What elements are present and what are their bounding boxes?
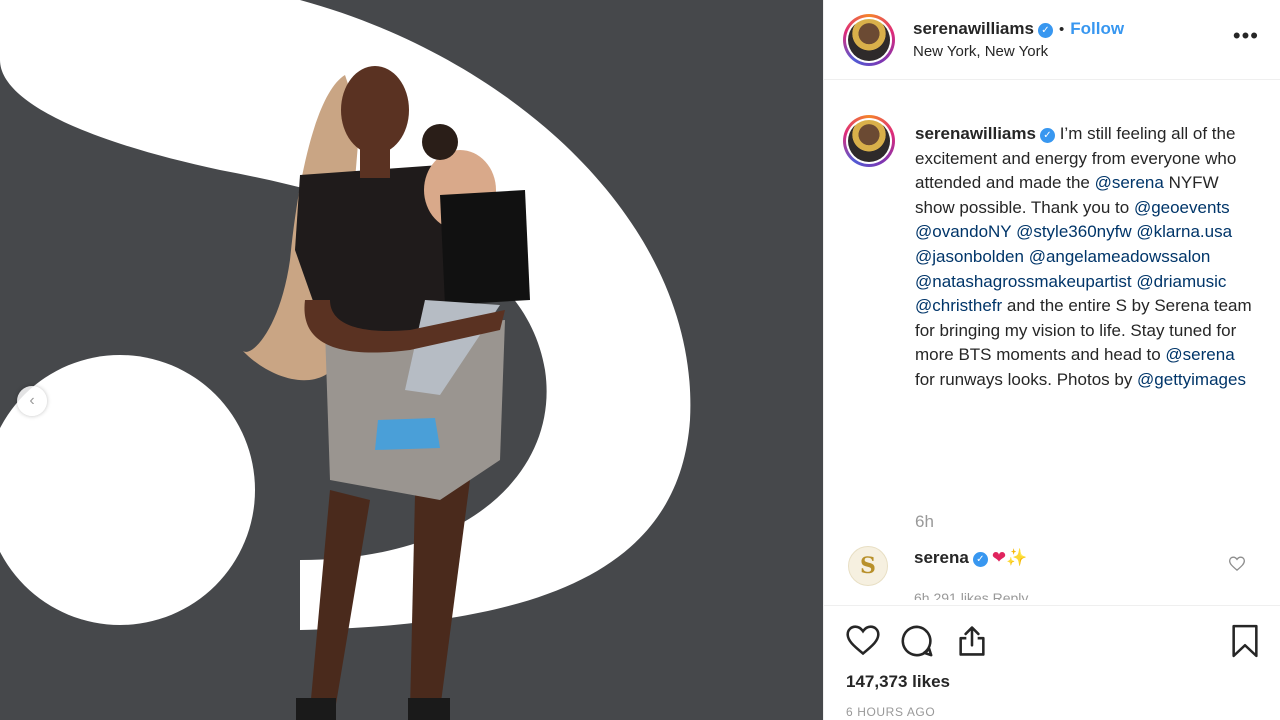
heart-outline-icon [1228,556,1246,572]
verified-badge-icon: ✓ [1037,23,1053,38]
mention-link[interactable]: @serena [1165,345,1234,364]
avatar[interactable] [843,14,895,66]
location-link[interactable]: New York, New York [913,43,1048,60]
caption-timestamp[interactable]: 6h [915,512,934,532]
comment-text: ❤✨ [992,548,1027,567]
avatar-image [848,19,890,61]
likes-count[interactable]: 147,373 likes [846,672,950,692]
chevron-left-icon: ‹ [29,392,35,409]
woman-face [341,66,409,154]
comment-button[interactable] [900,624,934,663]
mention-link[interactable]: @angelameadowssalon [1029,247,1211,266]
mention-link[interactable]: @natashagrossmakeupartist [915,272,1132,291]
caption-username-link[interactable]: serenawilliams [915,124,1036,143]
bookmark-icon [1232,624,1258,658]
runway-scene [0,0,691,720]
caption-body: I’m still feeling all of the excitement … [915,124,1252,389]
header-user-line: serenawilliams ✓ • Follow [913,19,1124,39]
comment-icon [901,625,933,657]
post-timestamp[interactable]: 6 HOURS AGO [846,705,935,719]
mention-link[interactable]: @serena [1095,173,1164,192]
verified-badge-icon: ✓ [972,552,988,567]
action-bar: 147,373 likes 6 HOURS AGO [824,605,1280,720]
share-icon [959,626,985,656]
comment-line: serena ✓ ❤✨ [914,548,1027,568]
comment-like-button[interactable] [1228,556,1246,576]
child-sneaker [375,418,440,450]
mention-link[interactable]: @ovandoNY [915,222,1011,241]
more-options-icon[interactable]: ••• [1233,25,1259,47]
share-button[interactable] [955,624,989,663]
header-username-link[interactable]: serenawilliams [913,19,1034,38]
mention-link[interactable]: @style360nyfw [1016,222,1132,241]
comment-username-link[interactable]: serena [914,548,969,567]
mention-link[interactable]: @gettyimages [1137,370,1246,389]
mention-link[interactable]: @klarna.usa [1136,222,1232,241]
child-shirt [440,190,530,305]
caption-avatar[interactable] [843,115,895,167]
verified-badge-icon: ✓ [1039,128,1055,143]
follow-button[interactable]: Follow [1070,19,1124,38]
post-photo[interactable]: ‹ [0,0,823,720]
comment-avatar[interactable]: S [848,546,888,586]
left-boot [296,698,336,720]
caption-text-segment: for runways looks. Photos by [915,369,1138,389]
caption-text: serenawilliams ✓ I’m still feeling all of… [915,122,1255,393]
heart-icon [846,625,880,656]
post-header: serenawilliams ✓ • Follow New York, New Yor… [824,0,1280,80]
post-side-panel: serenawilliams ✓ • Follow New York, New Yor… [823,0,1280,720]
save-button[interactable] [1230,624,1260,663]
right-boot [408,698,450,720]
mention-link[interactable]: @jasonbolden [915,247,1024,266]
comment-meta: 6h 291 likes Reply [914,590,1029,600]
heart-emoji-icon: ❤ [991,548,1007,567]
comment-item: S serena ✓ ❤✨ 6h 291 likes Reply [824,540,1280,600]
like-button[interactable] [846,624,880,661]
carousel-prev-button[interactable]: ‹ [17,386,47,416]
sparkles-emoji-icon: ✨ [1006,548,1028,567]
mention-link[interactable]: @geoevents [1134,198,1230,217]
mention-link[interactable]: @driamusic [1136,272,1226,291]
mention-link[interactable]: @christhefr [915,296,1002,315]
separator-dot: • [1058,21,1065,38]
